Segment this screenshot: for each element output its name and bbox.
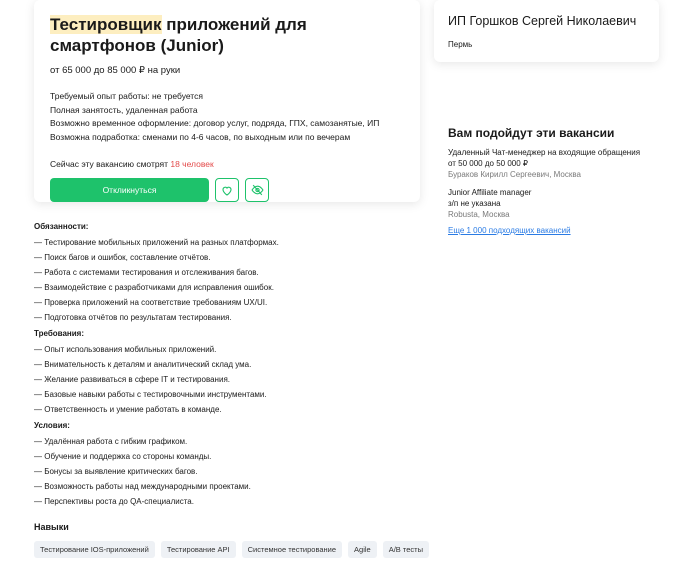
- list-item: — Опыт использования мобильных приложени…: [34, 345, 217, 354]
- list-item: — Тестирование мобильных приложений на р…: [34, 238, 279, 247]
- more-vacancies-link[interactable]: Еще 1 000 подходящих вакансий: [448, 226, 678, 235]
- list-item: — Поиск багов и ошибок, составление отчё…: [34, 253, 211, 262]
- condition-employment: Полная занятость, удаленная работа: [50, 104, 198, 115]
- vacancy-title: Тестировщик приложений для смартфонов (J…: [50, 14, 404, 56]
- heart-icon: [222, 186, 232, 196]
- vacancy-description: Обязанности: — Тестирование мобильных пр…: [34, 222, 434, 513]
- skill-tag: Системное тестирование: [241, 541, 343, 558]
- similar-vacancy-salary: з/п не указана: [448, 199, 501, 208]
- hide-vacancy-button[interactable]: [245, 178, 269, 202]
- condition-contract: Возможно временное оформление: договор у…: [50, 118, 380, 128]
- list-item: — Обучение и поддержка со стороны команд…: [34, 452, 212, 461]
- similar-vacancy-title[interactable]: Junior Affiliate manager: [448, 187, 678, 198]
- respond-button[interactable]: Откликнуться: [50, 178, 209, 202]
- favorite-button[interactable]: [215, 178, 239, 202]
- employer-card: ИП Горшков Сергей Николаевич Пермь: [434, 0, 659, 62]
- similar-vacancies: Вам подойдут эти вакансии Удаленный Чат-…: [448, 126, 678, 235]
- list-item: — Проверка приложений на соответствие тр…: [34, 298, 268, 307]
- list-item: — Внимательность к деталям и аналитическ…: [34, 360, 252, 369]
- requirements-list: — Опыт использования мобильных приложени…: [34, 342, 434, 417]
- list-item: — Взаимодействие с разработчиками для ис…: [34, 283, 274, 292]
- list-item: — Подготовка отчётов по результатам тест…: [34, 313, 232, 322]
- vacancy-actions: Откликнуться: [50, 178, 404, 202]
- similar-vacancy-salary: от 50 000 до 50 000 ₽: [448, 159, 528, 168]
- skill-tag: Тестирование IOS-приложений: [34, 541, 155, 558]
- list-item: — Бонусы за выявление критических багов.: [34, 467, 198, 476]
- list-item: — Перспективы роста до QA-специалиста.: [34, 497, 194, 506]
- duties-section: Обязанности: — Тестирование мобильных пр…: [34, 222, 434, 325]
- terms-list: — Удалённая работа с гибким графиком. — …: [34, 434, 434, 509]
- condition-experience: Требуемый опыт работы: не требуется: [50, 91, 203, 101]
- list-item: — Удалённая работа с гибким графиком.: [34, 437, 188, 446]
- requirements-title: Требования:: [34, 329, 84, 338]
- similar-vacancy-item[interactable]: Junior Affiliate manager з/п не указана …: [448, 187, 678, 220]
- terms-title: Условия:: [34, 421, 70, 430]
- skill-tag: A/B тесты: [382, 541, 429, 558]
- skills-tags: Тестирование IOS-приложений Тестирование…: [34, 541, 429, 558]
- eye-off-icon: [250, 184, 264, 196]
- similar-vacancy-meta: Robusta, Москва: [448, 210, 510, 219]
- vacancy-card: Тестировщик приложений для смартфонов (J…: [34, 0, 420, 202]
- list-item: — Желание развиваться в сфере IT и тести…: [34, 375, 230, 384]
- employer-city: Пермь: [448, 40, 473, 49]
- viewers-count: 18 человек: [170, 159, 214, 169]
- similar-vacancy-title[interactable]: Удаленный Чат-менеджер на входящие обращ…: [448, 147, 678, 158]
- vacancy-salary: от 65 000 до 85 000 ₽ на руки: [50, 65, 181, 76]
- duties-title: Обязанности:: [34, 222, 89, 231]
- duties-list: — Тестирование мобильных приложений на р…: [34, 235, 434, 325]
- requirements-section: Требования: — Опыт использования мобильн…: [34, 329, 434, 417]
- vacancy-title-highlight: Тестировщик: [50, 15, 162, 34]
- condition-part-time: Возможна подработка: сменами по 4-6 часо…: [50, 131, 351, 142]
- list-item: — Работа с системами тестирования и отсл…: [34, 268, 259, 277]
- vacancy-conditions: Требуемый опыт работы: не требуется Полн…: [50, 90, 404, 144]
- list-item: — Возможность работы над международными …: [34, 482, 251, 491]
- viewers-prefix: Сейчас эту вакансию смотрят: [50, 159, 171, 169]
- similar-vacancy-item[interactable]: Удаленный Чат-менеджер на входящие обращ…: [448, 147, 678, 180]
- similar-vacancy-meta: Бураков Кирилл Сергеевич, Москва: [448, 170, 581, 179]
- list-item: — Базовые навыки работы с тестировочными…: [34, 390, 267, 399]
- terms-section: Условия: — Удалённая работа с гибким гра…: [34, 421, 434, 509]
- employer-name[interactable]: ИП Горшков Сергей Николаевич: [448, 14, 645, 28]
- similar-title: Вам подойдут эти вакансии: [448, 126, 615, 140]
- viewers-info: Сейчас эту вакансию смотрят 18 человек: [50, 159, 404, 169]
- skills-section: Навыки Тестирование IOS-приложений Тести…: [34, 522, 429, 558]
- skills-title: Навыки: [34, 522, 69, 532]
- skill-tag: Тестирование API: [160, 541, 236, 558]
- list-item: — Ответственность и умение работать в ко…: [34, 405, 222, 414]
- skill-tag: Agile: [348, 541, 377, 558]
